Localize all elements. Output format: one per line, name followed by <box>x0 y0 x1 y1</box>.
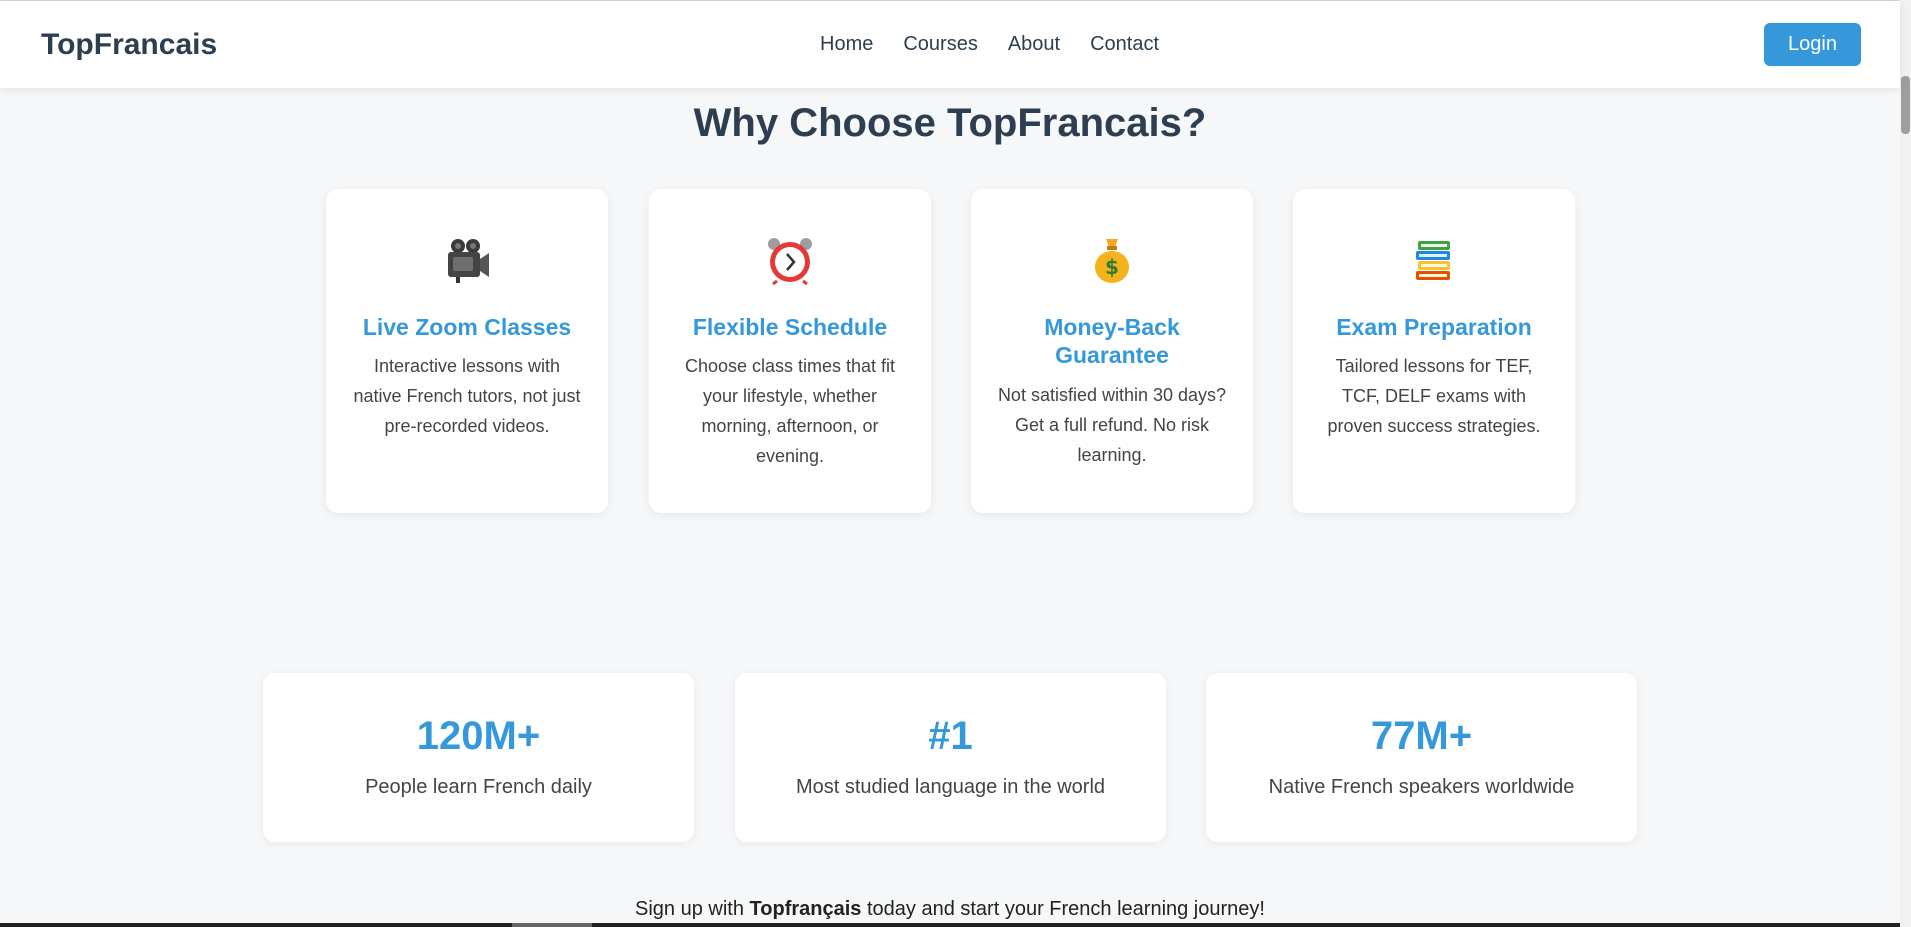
feature-text: Interactive lessons with native French t… <box>353 356 581 436</box>
stat-label: Most studied language in the world <box>795 776 1106 798</box>
section-title: Why Choose TopFrancais? <box>693 101 1207 145</box>
movie-camera-icon <box>326 235 608 285</box>
horizontal-scrollbar-thumb[interactable] <box>512 923 592 927</box>
stat-card-learners: 120M+ People learn French daily <box>263 673 694 842</box>
stat-value: 120M+ <box>416 714 541 758</box>
stat-value: 77M+ <box>1370 714 1473 758</box>
stat-card-speakers: 77M+ Native French speakers worldwide <box>1206 673 1637 842</box>
site-logo[interactable]: TopFrancais <box>41 28 217 62</box>
feature-title: Money-Back Guarantee <box>1044 314 1180 368</box>
feature-text: Not satisfied within 30 days? Get a full… <box>997 385 1227 465</box>
stat-card-ranking: #1 Most studied language in the world <box>735 673 1166 842</box>
nav-contact[interactable]: Contact <box>1090 33 1159 56</box>
login-button[interactable]: Login <box>1764 23 1861 66</box>
nav-about[interactable]: About <box>1008 33 1060 56</box>
feature-card-live-zoom: Live Zoom Classes Interactive lessons wi… <box>326 189 608 513</box>
signup-cta: Sign up with Topfrançais today and start… <box>0 898 1900 921</box>
cta-prefix: Sign up with <box>635 898 750 920</box>
scrollbar-thumb[interactable] <box>1901 76 1910 134</box>
stat-value: #1 <box>928 714 973 758</box>
horizontal-scrollbar[interactable] <box>0 923 1900 927</box>
feature-title: Live Zoom Classes <box>362 314 572 340</box>
feature-card-flexible-schedule: Flexible Schedule Choose class times tha… <box>649 189 931 513</box>
money-bag-icon: $ <box>971 235 1253 285</box>
feature-text: Tailored lessons for TEF, TCF, DELF exam… <box>1327 356 1541 436</box>
feature-card-exam-preparation: Exam Preparation Tailored lessons for TE… <box>1293 189 1575 513</box>
site-header: TopFrancais Home Courses About Contact L… <box>0 1 1900 88</box>
books-icon <box>1293 235 1575 285</box>
stat-label: People learn French daily <box>365 776 592 798</box>
feature-title: Flexible Schedule <box>692 314 888 340</box>
nav-courses[interactable]: Courses <box>903 33 977 56</box>
svg-text:$: $ <box>1105 255 1119 279</box>
stat-label: Native French speakers worldwide <box>1268 776 1575 798</box>
vertical-scrollbar[interactable] <box>1900 0 1911 927</box>
main-nav: Home Courses About Contact <box>820 33 1159 56</box>
feature-title: Exam Preparation <box>1336 314 1532 340</box>
alarm-clock-icon <box>649 235 931 286</box>
feature-card-money-back: $ Money-Back Guarantee Not satisfied wit… <box>971 189 1253 513</box>
feature-text: Choose class times that fit your lifesty… <box>684 356 896 466</box>
cta-brand: Topfrançais <box>749 898 862 920</box>
cta-suffix: today and start your French learning jou… <box>861 898 1265 920</box>
nav-home[interactable]: Home <box>820 33 873 56</box>
